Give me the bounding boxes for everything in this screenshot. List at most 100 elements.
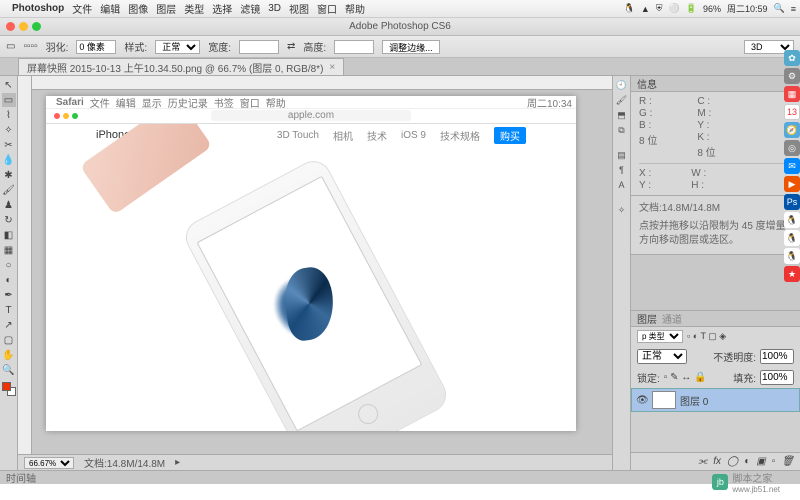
layer-name[interactable]: 图层 0 (680, 393, 708, 408)
menu-layer[interactable]: 图层 (156, 1, 176, 16)
document-canvas[interactable]: Safari 文件 编辑 显示 历史记录 书签 窗口 帮助 周二10:34 ap… (46, 96, 576, 431)
dock-app-icon[interactable]: ▦ (784, 86, 800, 102)
close-icon[interactable] (6, 22, 15, 31)
menu-3d[interactable]: 3D (268, 3, 281, 14)
layer-thumbnail[interactable] (652, 391, 676, 409)
color-panel-icon[interactable]: ▤ (615, 148, 629, 162)
photoshop-icon[interactable]: Ps (784, 194, 800, 210)
menu-icon[interactable]: ≡ (791, 4, 796, 14)
brush-panel-icon[interactable]: 🖌 (615, 93, 629, 107)
zoom-tool-icon[interactable]: 🔍 (2, 363, 16, 377)
layers-tab[interactable]: 图层 (637, 311, 657, 326)
selection-mode-icons[interactable]: ▫▫▫▫ (23, 41, 37, 52)
info-panel-tab[interactable]: 信息 (631, 76, 800, 92)
calendar-icon[interactable]: 13 (784, 104, 800, 120)
marquee-tool-icon[interactable]: ▭ (2, 93, 16, 107)
width-input[interactable] (239, 40, 279, 54)
dock-app-icon[interactable]: ★ (784, 266, 800, 282)
filter-icons[interactable]: ▫ ◐ T ▢ ◈ (687, 331, 726, 342)
lock-icons[interactable]: ▫ ✎ ↔ 🔒 (664, 372, 707, 383)
pen-tool-icon[interactable]: ✒ (2, 288, 16, 302)
timeline-bar[interactable]: 时间轴 (0, 470, 800, 484)
menu-help[interactable]: 帮助 (345, 1, 365, 16)
document-tab-bar: 屏幕快照 2015-10-13 上午10.34.50.png @ 66.7% (… (0, 58, 800, 76)
type-tool-icon[interactable]: T (2, 303, 16, 317)
menu-select[interactable]: 选择 (212, 1, 232, 16)
dock-app-icon[interactable]: ⚙ (784, 68, 800, 84)
eyedropper-tool-icon[interactable]: 💧 (2, 153, 16, 167)
battery-icon[interactable]: 🔋 (686, 3, 697, 14)
swap-icon[interactable]: ⇄ (287, 41, 295, 52)
menu-type[interactable]: 类型 (184, 1, 204, 16)
brush-tool-icon[interactable]: 🖌 (2, 183, 16, 197)
lasso-tool-icon[interactable]: ⌇ (2, 108, 16, 122)
history-panel-icon[interactable]: 🕘 (615, 78, 629, 92)
ruler-horizontal[interactable] (32, 76, 612, 90)
path-tool-icon[interactable]: ↗ (2, 318, 16, 332)
fill-input[interactable] (760, 370, 794, 385)
style-select[interactable]: 正常 (155, 40, 200, 54)
feather-input[interactable] (76, 40, 116, 54)
heal-tool-icon[interactable]: ✱ (2, 168, 16, 182)
dock-app-icon[interactable]: ▶ (784, 176, 800, 192)
layers-panel: 图层 通道 р 类型 ▫ ◐ T ▢ ◈ 正常 不透明度: 锁定: ▫ ✎ ↔ … (631, 310, 800, 470)
window-title: Adobe Photoshop CS6 (349, 21, 451, 32)
layer-filter-select[interactable]: р 类型 (637, 330, 683, 343)
qq-icon[interactable]: 🐧 (784, 212, 800, 228)
close-tab-icon[interactable]: × (329, 62, 335, 73)
swatches-panel-icon[interactable]: ✧ (615, 203, 629, 217)
blend-mode-select[interactable]: 正常 (637, 349, 687, 364)
dock-app-icon[interactable]: ◎ (784, 140, 800, 156)
history-brush-tool-icon[interactable]: ↻ (2, 213, 16, 227)
menu-view[interactable]: 视图 (289, 1, 309, 16)
dock-app-icon[interactable]: ✿ (784, 50, 800, 66)
gradient-tool-icon[interactable]: ▦ (2, 243, 16, 257)
chevron-right-icon[interactable]: ▸ (175, 457, 180, 468)
menu-window[interactable]: 窗口 (317, 1, 337, 16)
new-layer-icon[interactable]: ▫ (772, 456, 776, 467)
menu-filter[interactable]: 滤镜 (240, 1, 260, 16)
app-name[interactable]: Photoshop (12, 3, 64, 14)
dock-app-icon[interactable]: 🧭 (784, 122, 800, 138)
adjustment-icon[interactable]: ◐ (744, 456, 750, 467)
height-input[interactable] (334, 40, 374, 54)
qq-icon[interactable]: 🐧 (784, 248, 800, 264)
shape-tool-icon[interactable]: ▢ (2, 333, 16, 347)
group-icon[interactable]: ▣ (756, 456, 765, 467)
mask-icon[interactable]: ◯ (727, 456, 738, 467)
menu-edit[interactable]: 编辑 (100, 1, 120, 16)
channels-tab[interactable]: 通道 (662, 311, 682, 326)
menu-file[interactable]: 文件 (72, 1, 92, 16)
zoom-select[interactable]: 66.67% (24, 457, 74, 469)
blur-tool-icon[interactable]: ○ (2, 258, 16, 272)
menu-image[interactable]: 图像 (128, 1, 148, 16)
layer-item[interactable]: 👁 图层 0 (631, 388, 800, 412)
paragraph-panel-icon[interactable]: ¶ (615, 163, 629, 177)
brush-presets-icon[interactable]: ⬒ (615, 108, 629, 122)
wand-tool-icon[interactable]: ✧ (2, 123, 16, 137)
eraser-tool-icon[interactable]: ◧ (2, 228, 16, 242)
marquee-icon[interactable]: ▭ (6, 41, 15, 52)
trash-icon[interactable]: 🗑 (781, 456, 794, 467)
visibility-icon[interactable]: 👁 (636, 395, 648, 406)
char-panel-icon[interactable]: A (615, 178, 629, 192)
opacity-input[interactable] (760, 349, 794, 364)
document-tab[interactable]: 屏幕快照 2015-10-13 上午10.34.50.png @ 66.7% (… (18, 58, 344, 75)
link-icon[interactable]: ⫘ (698, 456, 707, 467)
wifi-icon[interactable]: ⚪ (669, 3, 680, 14)
color-swatch[interactable] (2, 382, 16, 396)
stamp-tool-icon[interactable]: ♟ (2, 198, 16, 212)
dodge-tool-icon[interactable]: ◐ (2, 273, 16, 287)
move-tool-icon[interactable]: ↖ (2, 78, 16, 92)
refine-edge-button[interactable]: 调整边缘... (382, 40, 440, 54)
minimize-icon[interactable] (19, 22, 28, 31)
spotlight-icon[interactable]: 🔍 (774, 3, 785, 14)
zoom-icon[interactable] (32, 22, 41, 31)
clone-panel-icon[interactable]: ⧉ (615, 123, 629, 137)
dock-app-icon[interactable]: ✉ (784, 158, 800, 174)
hand-tool-icon[interactable]: ✋ (2, 348, 16, 362)
qq-icon[interactable]: 🐧 (784, 230, 800, 246)
ruler-vertical[interactable] (18, 76, 32, 470)
crop-tool-icon[interactable]: ✂ (2, 138, 16, 152)
fx-icon[interactable]: fx (713, 456, 721, 467)
